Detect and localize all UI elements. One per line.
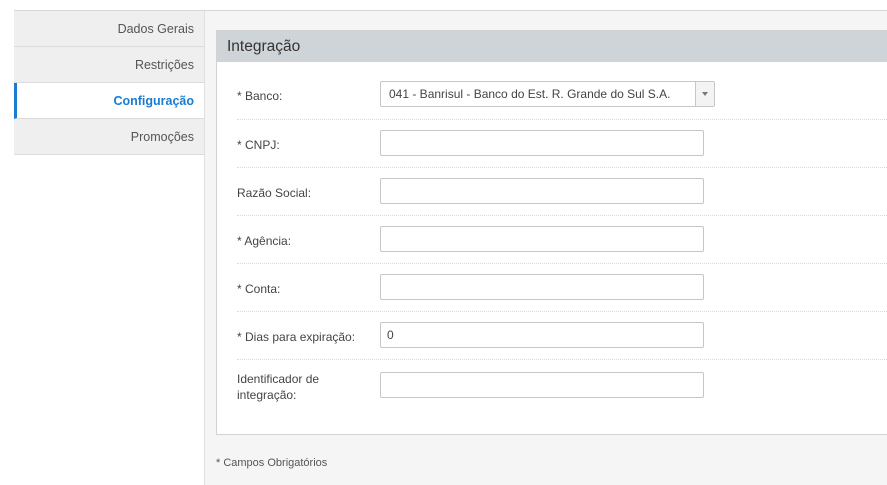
panel-title: Integração: [217, 31, 887, 62]
main-content: Integração * Banco: 041 - Banrisul - Ban…: [204, 11, 887, 485]
sidebar-item-restricoes[interactable]: Restrições: [14, 47, 204, 83]
banco-select[interactable]: 041 - Banrisul - Banco do Est. R. Grande…: [380, 81, 715, 107]
agencia-label: * Agência:: [237, 234, 292, 248]
conta-input[interactable]: [380, 274, 704, 300]
identificador-label: Identificador de integração:: [237, 372, 320, 402]
integration-panel: Integração * Banco: 041 - Banrisul - Ban…: [216, 30, 887, 435]
chevron-down-icon[interactable]: [695, 82, 714, 106]
dias-expiracao-label: * Dias para expiração:: [237, 330, 356, 344]
identificador-input[interactable]: [380, 372, 704, 398]
field-row-identificador: Identificador de integração:: [237, 360, 887, 416]
cnpj-label: * CNPJ:: [237, 138, 280, 152]
sidebar: Dados Gerais Restrições Configuração Pro…: [14, 11, 204, 155]
conta-label: * Conta:: [237, 282, 281, 296]
field-row-cnpj: * CNPJ:: [237, 120, 887, 168]
cnpj-input[interactable]: [380, 130, 704, 156]
razao-social-input[interactable]: [380, 178, 704, 204]
field-row-razao-social: Razão Social:: [237, 168, 887, 216]
required-fields-note: * Campos Obrigatórios: [216, 457, 328, 469]
dias-expiracao-input[interactable]: [380, 322, 704, 348]
field-row-agencia: * Agência:: [237, 216, 887, 264]
sidebar-item-promocoes[interactable]: Promoções: [14, 119, 204, 155]
field-row-dias-expiracao: * Dias para expiração:: [237, 312, 887, 360]
field-row-banco: * Banco: 041 - Banrisul - Banco do Est. …: [237, 62, 887, 120]
field-row-conta: * Conta:: [237, 264, 887, 312]
banco-label: * Banco:: [237, 89, 283, 103]
agencia-input[interactable]: [380, 226, 704, 252]
sidebar-item-dados-gerais[interactable]: Dados Gerais: [14, 11, 204, 47]
sidebar-item-configuracao[interactable]: Configuração: [14, 83, 204, 119]
banco-select-value: 041 - Banrisul - Banco do Est. R. Grande…: [389, 87, 671, 101]
razao-social-label: Razão Social:: [237, 186, 312, 200]
